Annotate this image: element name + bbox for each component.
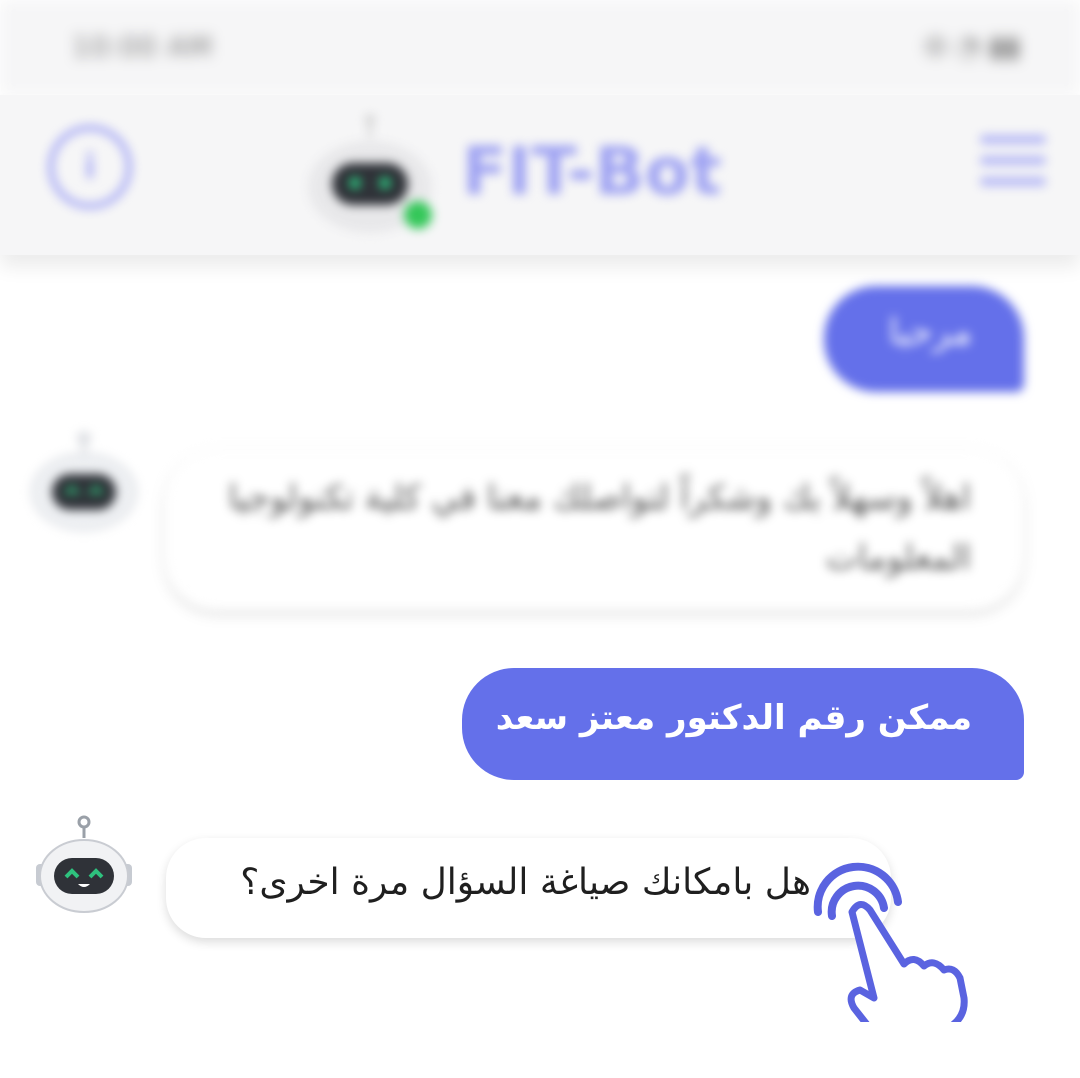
hamburger-line <box>980 156 1046 165</box>
hamburger-line <box>980 177 1046 186</box>
menu-button[interactable] <box>980 135 1046 195</box>
message-text: مرحبا <box>888 312 972 353</box>
header-title: FIT-Bot <box>462 133 722 210</box>
info-button[interactable]: i <box>48 125 132 209</box>
user-message: مرحبا <box>824 286 1024 392</box>
message-text: اهلاً وسهلاً بك وشكراً لتواصلك معنا في ك… <box>228 478 971 578</box>
hamburger-menu-icon <box>980 135 1046 144</box>
status-bar: 10:00 AM ⦾ ◔ ▮▮ <box>0 0 1080 95</box>
bot-avatar <box>31 432 137 531</box>
tap-hand-icon <box>813 862 968 1022</box>
user-message: ممكن رقم الدكتور معتز سعد <box>462 668 1024 780</box>
status-time: 10:00 AM <box>72 30 213 63</box>
app-header: i FIT-Bot <box>0 95 1080 255</box>
message-text: ممكن رقم الدكتور معتز سعد <box>495 698 972 738</box>
bot-header-avatar <box>308 115 432 233</box>
online-status-dot <box>404 201 432 229</box>
message-text: هل بامكانك صياغة السؤال مرة اخرى؟ <box>240 862 811 903</box>
bot-message[interactable]: هل بامكانك صياغة السؤال مرة اخرى؟ <box>166 838 891 938</box>
bot-message: اهلاً وسهلاً بك وشكراً لتواصلك معنا في ك… <box>165 450 1023 610</box>
status-icons: ⦾ ◔ ▮▮ <box>924 30 1020 63</box>
bot-avatar <box>36 815 132 913</box>
info-icon: i <box>84 147 96 187</box>
